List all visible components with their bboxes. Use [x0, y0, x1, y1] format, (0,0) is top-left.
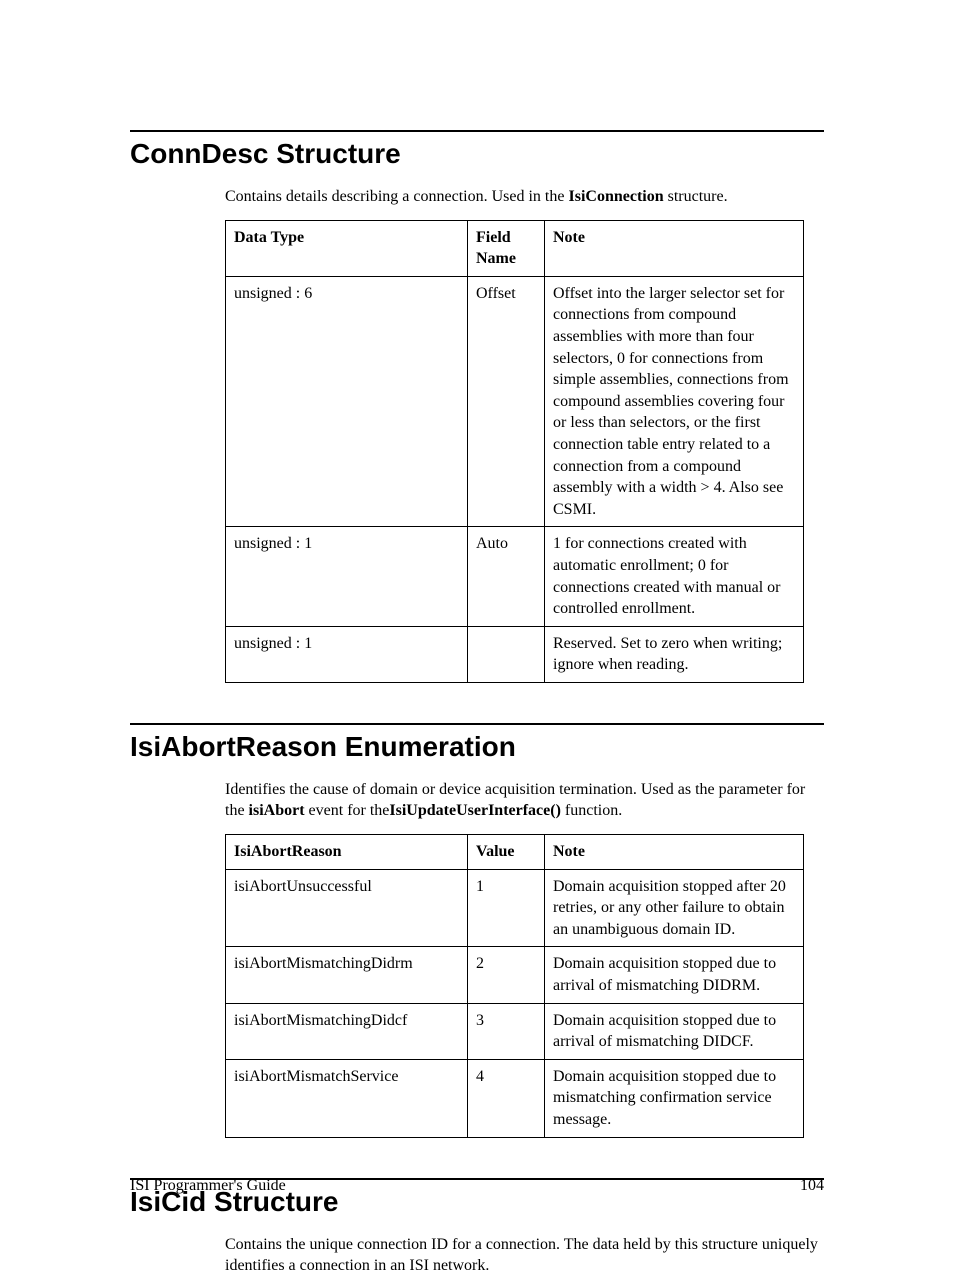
cell: Offset into the larger selector set for …	[545, 276, 804, 527]
intro-conndesc: Contains details describing a connection…	[225, 186, 824, 208]
table-row: isiAbortMismatchingDidrm 2 Domain acquis…	[226, 947, 804, 1003]
cell: Offset	[468, 276, 545, 527]
cell	[468, 626, 545, 682]
intro-text: event for the	[305, 802, 390, 819]
table-header-row: Data Type Field Name Note	[226, 220, 804, 276]
table-isiabortreason: IsiAbortReason Value Note isiAbortUnsucc…	[225, 834, 804, 1138]
page: ConnDesc Structure Contains details desc…	[0, 0, 954, 1235]
th-note: Note	[545, 835, 804, 870]
th-datatype: Data Type	[226, 220, 468, 276]
cell: 2	[468, 947, 545, 1003]
th-reason: IsiAbortReason	[226, 835, 468, 870]
section-isiabortreason: IsiAbortReason Enumeration Identifies th…	[130, 723, 824, 1138]
cell: unsigned : 6	[226, 276, 468, 527]
intro-text: structure.	[664, 188, 728, 205]
intro-isiabortreason: Identifies the cause of domain or device…	[225, 779, 824, 822]
th-note: Note	[545, 220, 804, 276]
cell: 1	[468, 869, 545, 947]
cell: Domain acquisition stopped after 20 retr…	[545, 869, 804, 947]
cell: isiAbortMismatchingDidrm	[226, 947, 468, 1003]
th-value: Value	[468, 835, 545, 870]
cell: 4	[468, 1059, 545, 1137]
cell: isiAbortMismatchService	[226, 1059, 468, 1137]
cell: unsigned : 1	[226, 527, 468, 626]
table-header-row: IsiAbortReason Value Note	[226, 835, 804, 870]
section-conndesc: ConnDesc Structure Contains details desc…	[130, 130, 824, 683]
table-row: isiAbortMismatchService 4 Domain acquisi…	[226, 1059, 804, 1137]
intro-isicid: Contains the unique connection ID for a …	[225, 1234, 824, 1277]
cell: Domain acquisition stopped due to arriva…	[545, 947, 804, 1003]
table-row: isiAbortMismatchingDidcf 3 Domain acquis…	[226, 1003, 804, 1059]
heading-isiabortreason: IsiAbortReason Enumeration	[130, 731, 824, 763]
intro-text: function.	[561, 802, 622, 819]
footer-right: 104	[800, 1177, 824, 1195]
table-conndesc: Data Type Field Name Note unsigned : 6 O…	[225, 220, 804, 683]
th-fieldname: Field Name	[468, 220, 545, 276]
intro-bold: isiAbort	[249, 802, 305, 819]
table-row: unsigned : 6 Offset Offset into the larg…	[226, 276, 804, 527]
cell: Reserved. Set to zero when writing; igno…	[545, 626, 804, 682]
heading-conndesc: ConnDesc Structure	[130, 138, 824, 170]
intro-bold: IsiConnection	[568, 188, 663, 205]
section-rule	[130, 130, 824, 132]
cell: Domain acquisition stopped due to arriva…	[545, 1003, 804, 1059]
intro-text: Contains details describing a connection…	[225, 188, 568, 205]
page-footer: ISI Programmer's Guide 104	[130, 1177, 824, 1195]
table-row: unsigned : 1 Reserved. Set to zero when …	[226, 626, 804, 682]
cell: isiAbortMismatchingDidcf	[226, 1003, 468, 1059]
intro-bold: IsiUpdateUserInterface()	[389, 802, 561, 819]
cell: unsigned : 1	[226, 626, 468, 682]
cell: 3	[468, 1003, 545, 1059]
cell: Domain acquisition stopped due to mismat…	[545, 1059, 804, 1137]
cell: Auto	[468, 527, 545, 626]
table-row: isiAbortUnsuccessful 1 Domain acquisitio…	[226, 869, 804, 947]
cell: isiAbortUnsuccessful	[226, 869, 468, 947]
table-row: unsigned : 1 Auto 1 for connections crea…	[226, 527, 804, 626]
cell: 1 for connections created with automatic…	[545, 527, 804, 626]
section-rule	[130, 723, 824, 725]
footer-left: ISI Programmer's Guide	[130, 1177, 286, 1195]
